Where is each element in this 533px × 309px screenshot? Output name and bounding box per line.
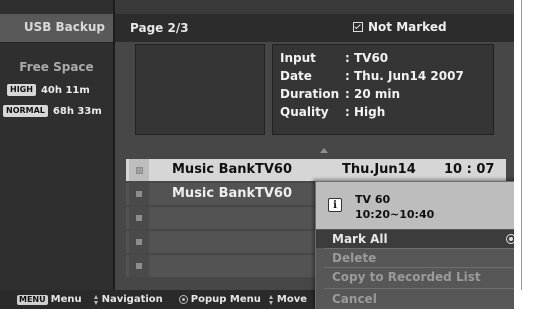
row-time: 10 : 07 bbox=[444, 162, 495, 177]
scroll-up-arrow-icon[interactable] bbox=[320, 148, 328, 153]
info-row: Date : Thu. Jun14 2007 bbox=[280, 69, 464, 87]
row-checkbox[interactable] bbox=[129, 183, 149, 205]
row-checkbox[interactable] bbox=[129, 207, 149, 229]
recording-info: Input : TV60 Date : Thu. Jun14 2007 Dura… bbox=[272, 44, 494, 135]
menu-item-label: Cancel bbox=[332, 292, 377, 306]
quality-badge: NORMAL bbox=[3, 105, 48, 117]
help-move-label: Move bbox=[276, 294, 307, 305]
popup-channel: TV 60 bbox=[355, 193, 391, 206]
info-value: : 20 min bbox=[345, 87, 401, 101]
checkbox-icon bbox=[353, 22, 363, 32]
info-value: : TV60 bbox=[345, 51, 389, 65]
row-checkbox[interactable] bbox=[129, 231, 149, 253]
help-popup: Popup Menu bbox=[178, 294, 261, 305]
divider bbox=[324, 288, 514, 289]
info-row: Quality : High bbox=[280, 105, 385, 123]
mode-row-high: HIGH 40h 11m bbox=[7, 83, 90, 97]
help-menu: MENU Menu bbox=[17, 294, 82, 305]
help-move: Move bbox=[268, 294, 307, 305]
preview-thumbnail bbox=[135, 44, 265, 135]
checkbox-icon bbox=[136, 263, 142, 269]
menu-item-mark-all[interactable]: Mark All bbox=[316, 230, 514, 248]
free-space-label: Free Space bbox=[19, 60, 94, 74]
row-channel: TV60 bbox=[255, 186, 293, 201]
checkbox-icon bbox=[136, 239, 142, 245]
popup-header: i TV 60 10:20~10:40 bbox=[316, 182, 514, 229]
sidebar: USB Backup Free Space HIGH 40h 11m NORMA… bbox=[0, 0, 115, 290]
checkbox-icon bbox=[136, 191, 142, 197]
row-checkbox[interactable] bbox=[129, 159, 149, 181]
menu-item-label: Delete bbox=[332, 251, 377, 265]
checkbox-icon bbox=[135, 166, 143, 174]
main-header: Page 2/3 Not Marked bbox=[115, 14, 514, 42]
menu-item-copy-to-recorded-list[interactable]: Copy to Recorded List bbox=[316, 268, 514, 286]
remaining-time: 40h 11m bbox=[40, 84, 90, 96]
page-border-line bbox=[521, 0, 522, 290]
popup-time-range: 10:20~10:40 bbox=[355, 208, 435, 221]
row-checkbox[interactable] bbox=[129, 255, 149, 277]
info-label: Input bbox=[280, 51, 316, 65]
info-label: Quality bbox=[280, 105, 329, 119]
help-navigation: Navigation bbox=[93, 294, 163, 305]
menu-item-label: Mark All bbox=[332, 232, 388, 246]
help-popup-label: Popup Menu bbox=[190, 294, 261, 305]
row-channel: TV60 bbox=[255, 162, 293, 177]
sidebar-header: USB Backup bbox=[0, 14, 113, 43]
menu-item-delete[interactable]: Delete bbox=[316, 249, 514, 267]
info-row: Duration : 20 min bbox=[280, 87, 400, 105]
row-date: Thu.Jun14 bbox=[342, 162, 416, 177]
menu-item-label: Copy to Recorded List bbox=[332, 270, 481, 284]
page-up-down-icon bbox=[268, 294, 274, 305]
filter-label: Not Marked bbox=[368, 20, 447, 34]
list-item[interactable]: Music Bank TV60 Thu.Jun14 10 : 07 bbox=[126, 159, 506, 181]
info-label: Duration bbox=[280, 87, 340, 101]
help-navigation-label: Navigation bbox=[101, 294, 163, 305]
remaining-time: 68h 33m bbox=[52, 105, 102, 117]
page-indicator: Page 2/3 bbox=[130, 21, 189, 35]
ok-button-icon bbox=[178, 295, 188, 304]
menu-key-icon: MENU bbox=[17, 294, 48, 305]
up-down-arrows-icon bbox=[93, 294, 99, 305]
quality-badge: HIGH bbox=[7, 84, 36, 96]
menu-item-cancel[interactable]: Cancel bbox=[316, 290, 514, 308]
info-row: Input : TV60 bbox=[280, 51, 388, 69]
filter-toggle[interactable]: Not Marked bbox=[353, 20, 447, 34]
radio-selected-icon bbox=[506, 234, 514, 244]
row-title: Music Bank bbox=[172, 162, 256, 177]
popup-menu: i TV 60 10:20~10:40 Mark All Delete Copy… bbox=[315, 181, 514, 309]
info-label: Date bbox=[280, 69, 312, 83]
usb-backup-screen: USB Backup Free Space HIGH 40h 11m NORMA… bbox=[0, 0, 514, 309]
checkbox-icon bbox=[136, 215, 142, 221]
mode-row-normal: NORMAL 68h 33m bbox=[3, 104, 102, 118]
sidebar-title: USB Backup bbox=[23, 20, 105, 34]
info-icon: i bbox=[328, 198, 342, 212]
info-value: : Thu. Jun14 2007 bbox=[345, 69, 464, 83]
row-title: Music Bank bbox=[172, 186, 256, 201]
help-menu-label: Menu bbox=[50, 294, 82, 305]
info-value: : High bbox=[345, 105, 386, 119]
